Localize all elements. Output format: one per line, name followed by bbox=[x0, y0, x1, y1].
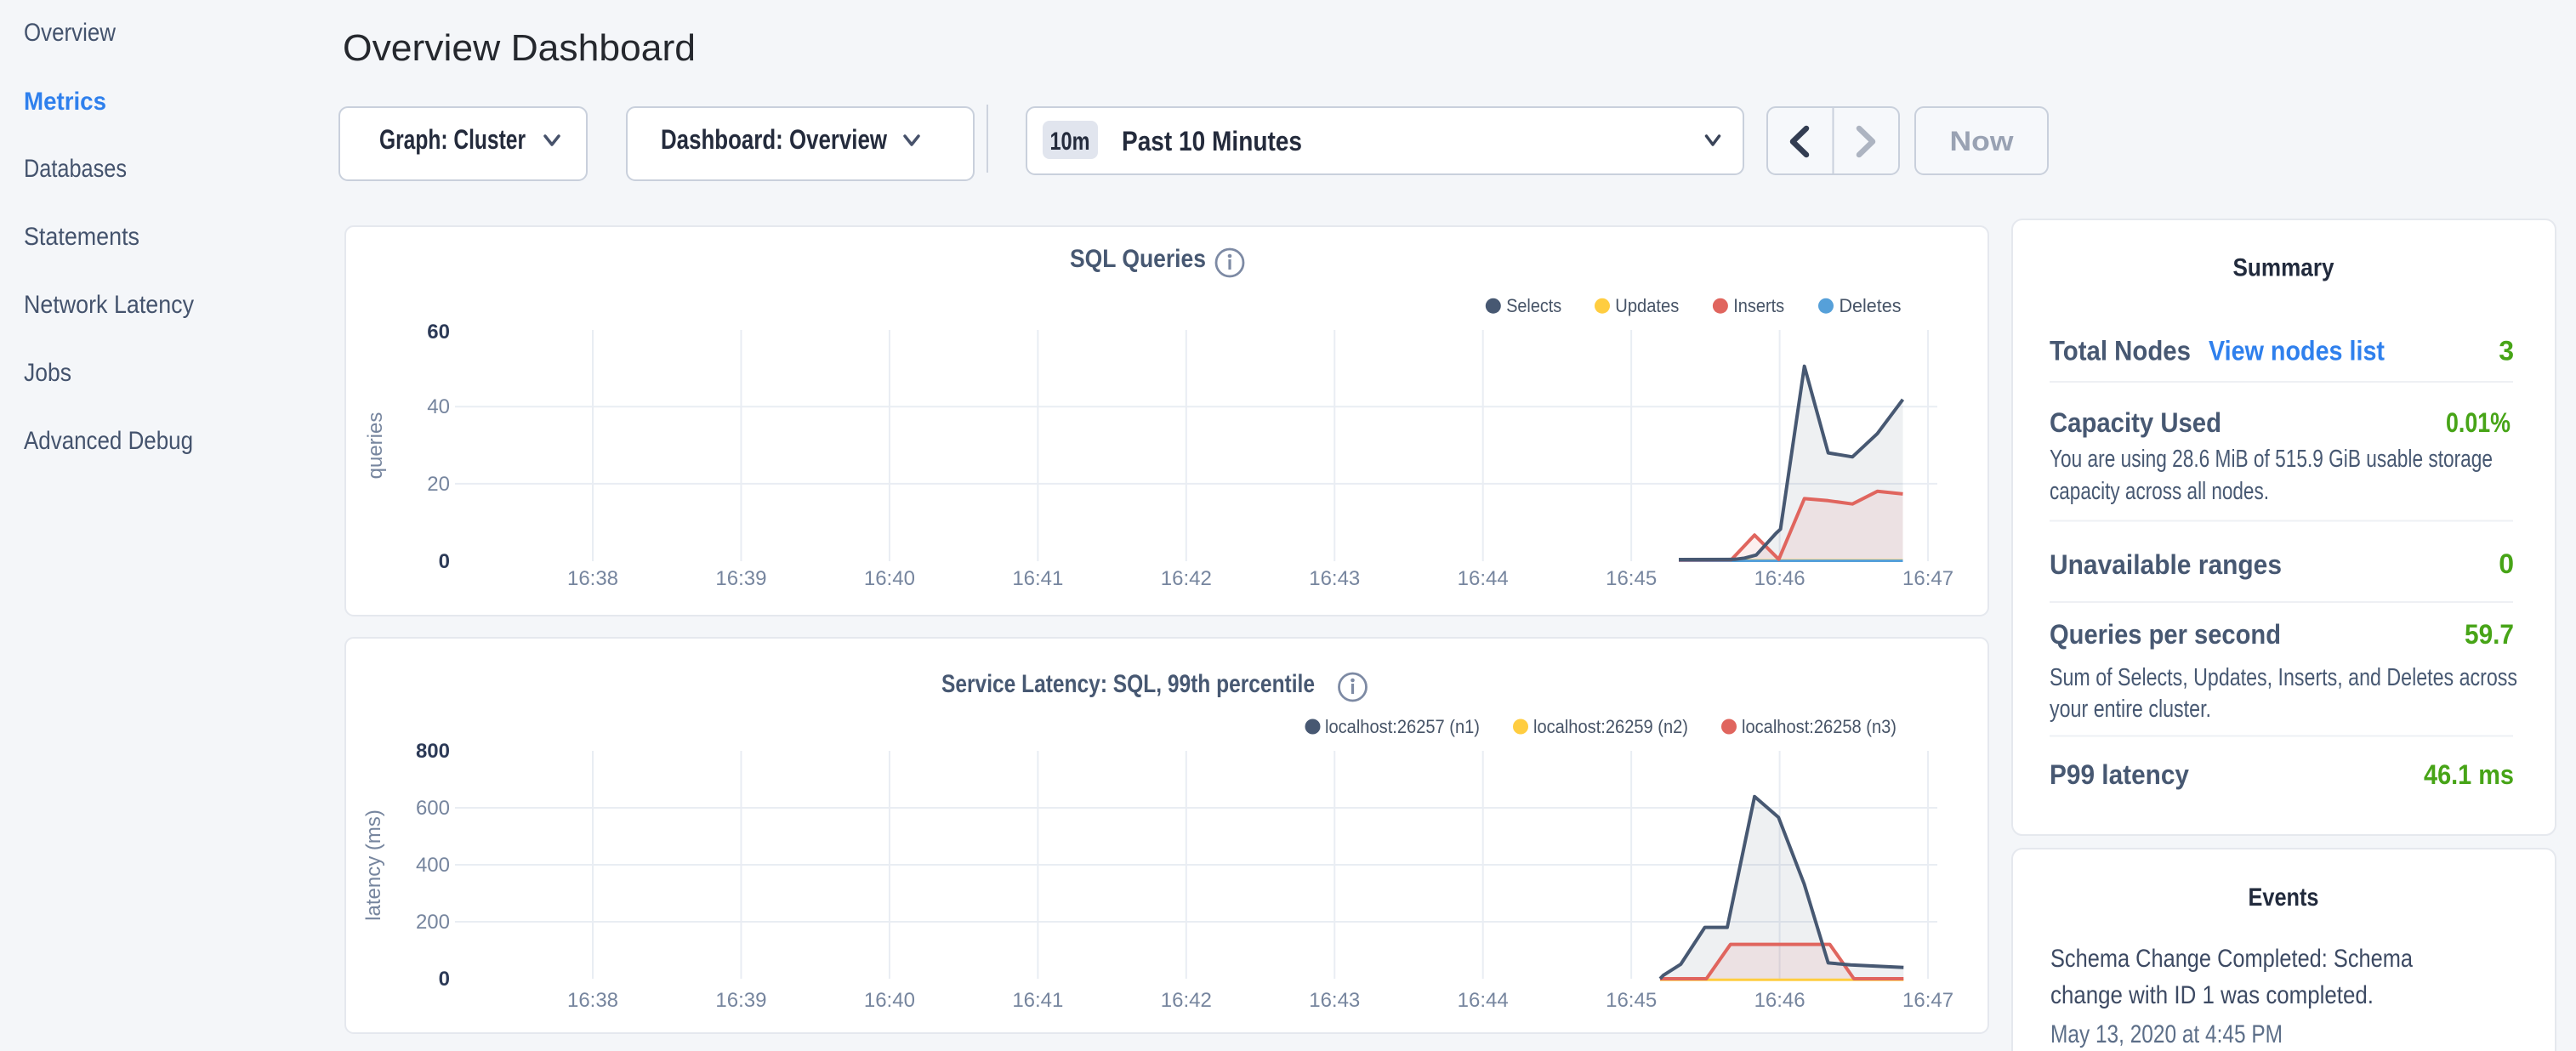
svg-text:You are using 28.6 MiB of 515.: You are using 28.6 MiB of 515.9 GiB usab… bbox=[2050, 446, 2493, 473]
svg-text:Databases: Databases bbox=[24, 155, 127, 183]
svg-text:Capacity Used: Capacity Used bbox=[2050, 407, 2221, 438]
svg-text:Total Nodes: Total Nodes bbox=[2050, 336, 2191, 366]
svg-text:0: 0 bbox=[439, 968, 450, 991]
svg-text:Past 10 Minutes: Past 10 Minutes bbox=[1122, 126, 1302, 156]
svg-text:Updates: Updates bbox=[1615, 295, 1679, 316]
svg-text:16:38: 16:38 bbox=[567, 989, 618, 1012]
svg-text:capacity across all nodes.: capacity across all nodes. bbox=[2050, 478, 2269, 505]
svg-text:16:39: 16:39 bbox=[715, 989, 766, 1012]
svg-text:16:38: 16:38 bbox=[567, 567, 618, 590]
svg-text:Network Latency: Network Latency bbox=[24, 291, 194, 319]
svg-text:40: 40 bbox=[427, 395, 450, 418]
svg-text:16:47: 16:47 bbox=[1902, 567, 1953, 590]
svg-text:Dashboard: Overview: Dashboard: Overview bbox=[661, 124, 887, 155]
svg-text:Graph: Cluster: Graph: Cluster bbox=[379, 124, 526, 155]
svg-text:59.7: 59.7 bbox=[2465, 619, 2514, 650]
svg-text:Statements: Statements bbox=[24, 223, 139, 251]
svg-text:0: 0 bbox=[439, 550, 450, 573]
svg-text:localhost:26258 (n3): localhost:26258 (n3) bbox=[1742, 716, 1896, 737]
svg-text:60: 60 bbox=[427, 321, 450, 344]
svg-text:16:39: 16:39 bbox=[715, 567, 766, 590]
svg-text:16:43: 16:43 bbox=[1309, 567, 1360, 590]
svg-text:16:46: 16:46 bbox=[1754, 567, 1805, 590]
svg-text:Inserts: Inserts bbox=[1733, 295, 1784, 316]
svg-text:3: 3 bbox=[2499, 336, 2514, 366]
svg-text:16:40: 16:40 bbox=[864, 567, 915, 590]
svg-text:latency (ms): latency (ms) bbox=[362, 810, 385, 921]
svg-text:0: 0 bbox=[2499, 548, 2514, 579]
svg-text:800: 800 bbox=[416, 740, 450, 763]
svg-text:16:43: 16:43 bbox=[1309, 989, 1360, 1012]
svg-text:16:46: 16:46 bbox=[1754, 989, 1805, 1012]
svg-text:20: 20 bbox=[427, 473, 450, 496]
svg-text:Events: Events bbox=[2249, 883, 2319, 912]
svg-text:View nodes list: View nodes list bbox=[2209, 336, 2385, 366]
svg-text:Overview: Overview bbox=[24, 19, 116, 47]
svg-text:16:47: 16:47 bbox=[1902, 989, 1953, 1012]
svg-text:Sum of Selects, Updates, Inser: Sum of Selects, Updates, Inserts, and De… bbox=[2050, 664, 2517, 691]
svg-text:Advanced Debug: Advanced Debug bbox=[24, 427, 193, 455]
svg-text:16:42: 16:42 bbox=[1161, 567, 1212, 590]
svg-text:600: 600 bbox=[416, 797, 450, 820]
svg-text:16:45: 16:45 bbox=[1606, 989, 1657, 1012]
svg-text:200: 200 bbox=[416, 911, 450, 934]
svg-text:16:42: 16:42 bbox=[1161, 989, 1212, 1012]
svg-text:change with ID 1 was completed: change with ID 1 was completed. bbox=[2050, 981, 2374, 1009]
svg-text:16:41: 16:41 bbox=[1012, 567, 1063, 590]
svg-text:16:44: 16:44 bbox=[1458, 567, 1509, 590]
svg-text:Service Latency: SQL, 99th per: Service Latency: SQL, 99th percentile bbox=[941, 670, 1315, 698]
svg-text:localhost:26259 (n2): localhost:26259 (n2) bbox=[1533, 716, 1688, 737]
svg-text:Metrics: Metrics bbox=[24, 88, 106, 116]
svg-text:Schema Change Completed: Schem: Schema Change Completed: Schema bbox=[2050, 945, 2413, 973]
svg-text:400: 400 bbox=[416, 854, 450, 877]
svg-text:16:40: 16:40 bbox=[864, 989, 915, 1012]
svg-text:Queries per second: Queries per second bbox=[2050, 619, 2281, 650]
svg-text:10m: 10m bbox=[1050, 128, 1090, 156]
svg-text:Now: Now bbox=[1950, 126, 2014, 156]
svg-text:46.1 ms: 46.1 ms bbox=[2424, 759, 2514, 790]
svg-text:Unavailable ranges: Unavailable ranges bbox=[2050, 549, 2282, 580]
svg-text:your entire cluster.: your entire cluster. bbox=[2050, 696, 2211, 723]
svg-text:P99 latency: P99 latency bbox=[2050, 759, 2189, 790]
svg-text:Summary: Summary bbox=[2233, 254, 2334, 282]
svg-text:Deletes: Deletes bbox=[1840, 295, 1902, 316]
svg-text:queries: queries bbox=[364, 412, 387, 480]
svg-text:16:45: 16:45 bbox=[1606, 567, 1657, 590]
svg-text:localhost:26257 (n1): localhost:26257 (n1) bbox=[1325, 716, 1480, 737]
svg-text:0.01%: 0.01% bbox=[2446, 407, 2511, 438]
svg-text:SQL Queries: SQL Queries bbox=[1070, 245, 1206, 273]
svg-text:Selects: Selects bbox=[1506, 295, 1561, 316]
svg-text:16:44: 16:44 bbox=[1458, 989, 1509, 1012]
svg-text:16:41: 16:41 bbox=[1012, 989, 1063, 1012]
svg-text:Jobs: Jobs bbox=[24, 359, 71, 387]
svg-text:Overview Dashboard: Overview Dashboard bbox=[343, 27, 696, 69]
svg-text:May 13, 2020 at 4:45 PM: May 13, 2020 at 4:45 PM bbox=[2050, 1020, 2283, 1048]
